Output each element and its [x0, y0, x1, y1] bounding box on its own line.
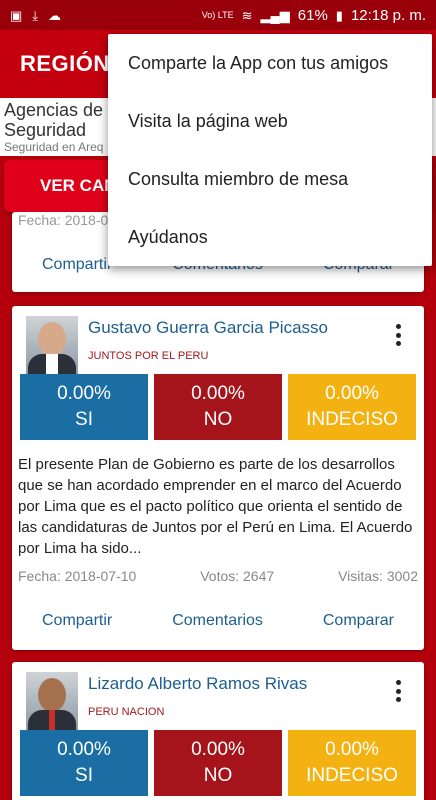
vote-indeciso-label: INDECISO — [306, 409, 398, 430]
vote-buttons: 0.00% SI 0.00% NO 0.00% INDECISO — [20, 374, 416, 440]
vote-no-button[interactable]: 0.00% NO — [154, 730, 282, 796]
vote-no-label: NO — [203, 409, 233, 430]
vote-no-button[interactable]: 0.00% NO — [154, 374, 282, 440]
compare-button[interactable]: Comparar — [323, 612, 394, 630]
card-date: Fecha: 2018-0 — [18, 212, 109, 228]
candidate-card[interactable]: Gustavo Guerra Garcia Picasso JUNTOS POR… — [12, 306, 424, 650]
card-actions: Compartir Comentarios Comparar — [12, 612, 424, 630]
cloud-icon: ☁ — [48, 7, 62, 23]
gallery-icon: ▣ — [10, 7, 23, 23]
overflow-menu: Comparte la App con tus amigos Visita la… — [108, 34, 432, 266]
menu-item-share-app[interactable]: Comparte la App con tus amigos — [108, 34, 432, 92]
more-options-icon[interactable] — [396, 324, 402, 346]
vote-no-percent: 0.00% — [191, 739, 245, 760]
candidate-header: Gustavo Guerra Garcia Picasso JUNTOS POR… — [22, 316, 414, 374]
signal-icon: ▂▄▆ — [260, 7, 290, 23]
comments-button[interactable]: Comentarios — [172, 612, 263, 630]
vote-no-label: NO — [203, 765, 233, 786]
candidate-name[interactable]: Lizardo Alberto Ramos Rivas — [88, 674, 307, 694]
avatar — [26, 316, 78, 374]
status-bar: ▣ ⤓ ☁ Vo) LTE ≋ ▂▄▆ 61% ▮ 12:18 p. m. — [0, 0, 436, 30]
vote-no-percent: 0.00% — [191, 383, 245, 404]
vote-indeciso-button[interactable]: 0.00% INDECISO — [288, 730, 416, 796]
wifi-icon: ≋ — [241, 7, 253, 23]
battery-percent: 61% — [297, 6, 328, 24]
share-button[interactable]: Compartir — [42, 256, 112, 274]
vote-buttons: 0.00% SI 0.00% NO 0.00% INDECISO — [20, 730, 416, 796]
vote-indeciso-button[interactable]: 0.00% INDECISO — [288, 374, 416, 440]
card-date: Fecha: 2018-07-10 — [18, 568, 137, 584]
volte-label: Vo) LTE — [201, 9, 234, 20]
vote-count: Votos: 2647 — [200, 568, 275, 584]
vote-si-label: SI — [75, 409, 93, 430]
more-options-icon[interactable] — [396, 680, 402, 702]
vote-si-button[interactable]: 0.00% SI — [20, 374, 148, 440]
battery-icon: ▮ — [335, 7, 343, 23]
vote-indeciso-percent: 0.00% — [325, 739, 379, 760]
vote-si-label: SI — [75, 765, 93, 786]
candidate-party: PERU NACION — [88, 706, 165, 718]
candidate-header: Lizardo Alberto Ramos Rivas PERU NACION — [22, 672, 414, 730]
download-icon: ⤓ — [32, 7, 39, 23]
menu-item-visit-website[interactable]: Visita la página web — [108, 92, 432, 150]
share-button[interactable]: Compartir — [42, 612, 112, 630]
visit-count: Visitas: 3002 — [338, 568, 418, 584]
candidate-name[interactable]: Gustavo Guerra Garcia Picasso — [88, 318, 328, 338]
clock: 12:18 p. m. — [350, 6, 426, 24]
candidate-card[interactable]: Lizardo Alberto Ramos Rivas PERU NACION … — [12, 662, 424, 800]
candidate-description: El presente Plan de Gobierno es parte de… — [18, 456, 413, 557]
candidate-meta: Fecha: 2018-07-10 Votos: 2647 Visitas: 3… — [18, 568, 418, 584]
vote-indeciso-label: INDECISO — [306, 765, 398, 786]
vote-si-percent: 0.00% — [57, 739, 111, 760]
menu-item-help-us[interactable]: Ayúdanos — [108, 208, 432, 266]
vote-si-percent: 0.00% — [57, 383, 111, 404]
avatar — [26, 672, 78, 730]
menu-item-poll-member[interactable]: Consulta miembro de mesa — [108, 150, 432, 208]
app-title: REGIÓN — [20, 51, 110, 76]
vote-indeciso-percent: 0.00% — [325, 383, 379, 404]
vote-si-button[interactable]: 0.00% SI — [20, 730, 148, 796]
candidate-party: JUNTOS POR EL PERU — [88, 350, 209, 362]
